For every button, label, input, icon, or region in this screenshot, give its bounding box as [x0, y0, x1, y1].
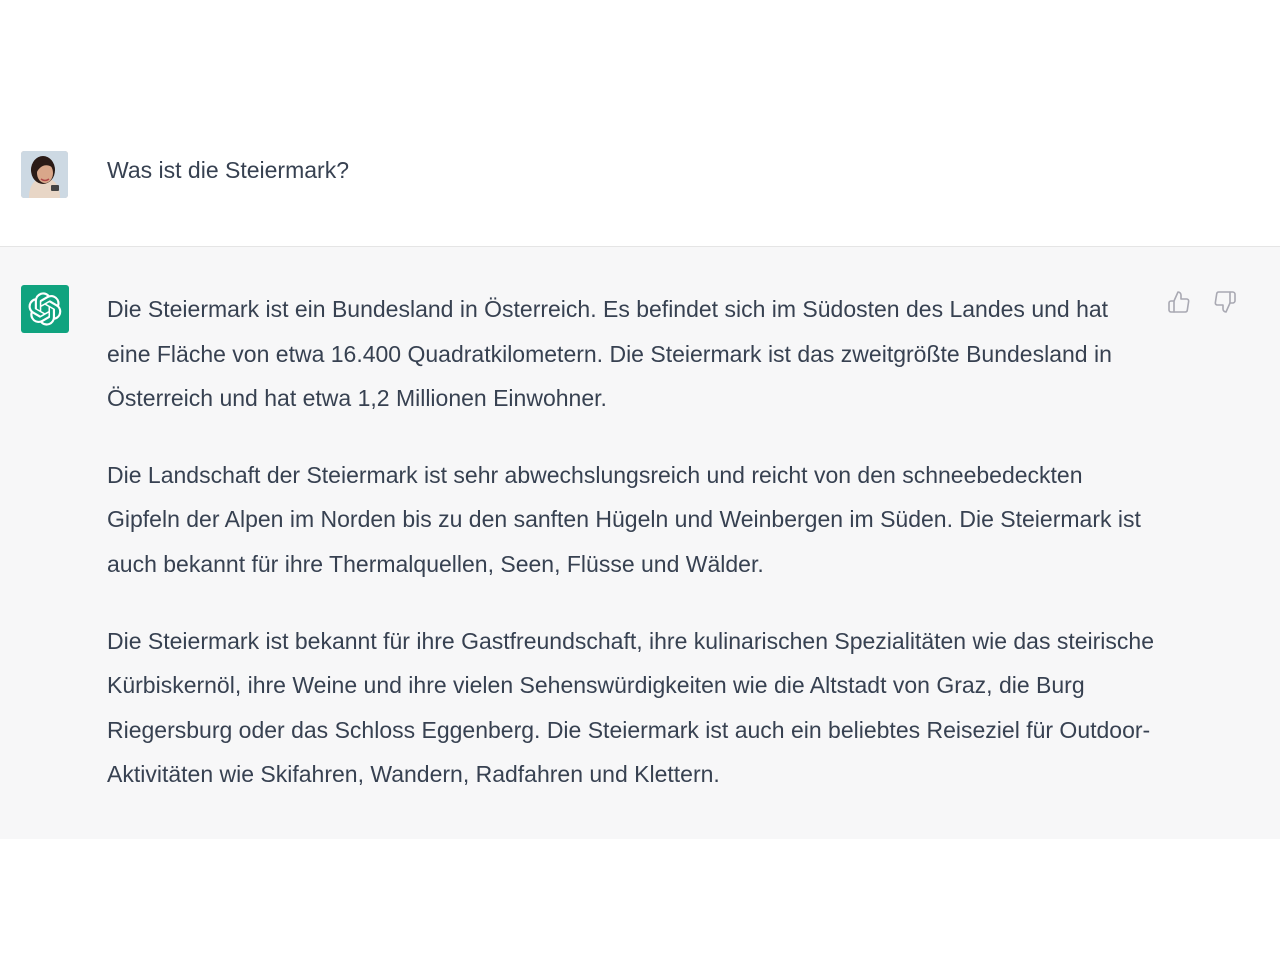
feedback-buttons [1166, 289, 1238, 315]
dislike-button[interactable] [1212, 289, 1238, 315]
thumbs-up-icon [1168, 291, 1190, 313]
chat-page: Was ist die Steiermark? Die Steiermark i… [0, 0, 1280, 960]
assistant-message-row: Die Steiermark ist ein Bundesland in Öst… [0, 247, 1280, 839]
assistant-message-text: Die Steiermark ist ein Bundesland in Öst… [107, 287, 1157, 797]
assistant-avatar [21, 285, 69, 333]
thumbs-down-icon [1214, 291, 1236, 313]
user-message-row: Was ist die Steiermark? [0, 100, 1280, 247]
like-button[interactable] [1166, 289, 1192, 315]
answer-paragraph-1: Die Steiermark ist ein Bundesland in Öst… [107, 296, 1112, 412]
answer-paragraph-3: Die Steiermark ist bekannt für ihre Gast… [107, 627, 1154, 788]
user-avatar [21, 151, 68, 198]
answer-paragraph-2: Die Landschaft der Steiermark ist sehr a… [107, 461, 1141, 577]
openai-logo-icon [28, 292, 62, 326]
user-message-text: Was ist die Steiermark? [107, 157, 349, 183]
user-avatar-photo [21, 151, 68, 198]
